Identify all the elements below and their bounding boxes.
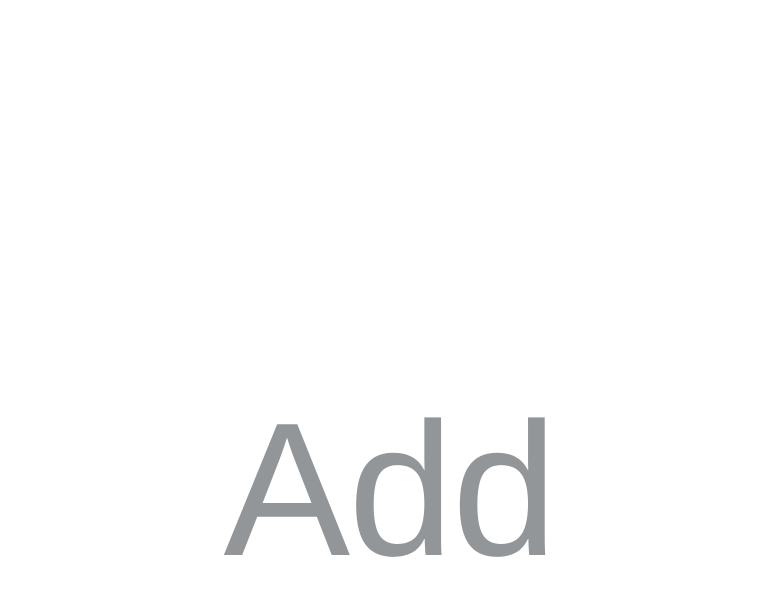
page: { "add_button": { "label": "Add", "text_… <box>0 0 779 615</box>
add-button-label: Add <box>223 384 557 596</box>
add-button[interactable]: Add <box>0 395 779 585</box>
